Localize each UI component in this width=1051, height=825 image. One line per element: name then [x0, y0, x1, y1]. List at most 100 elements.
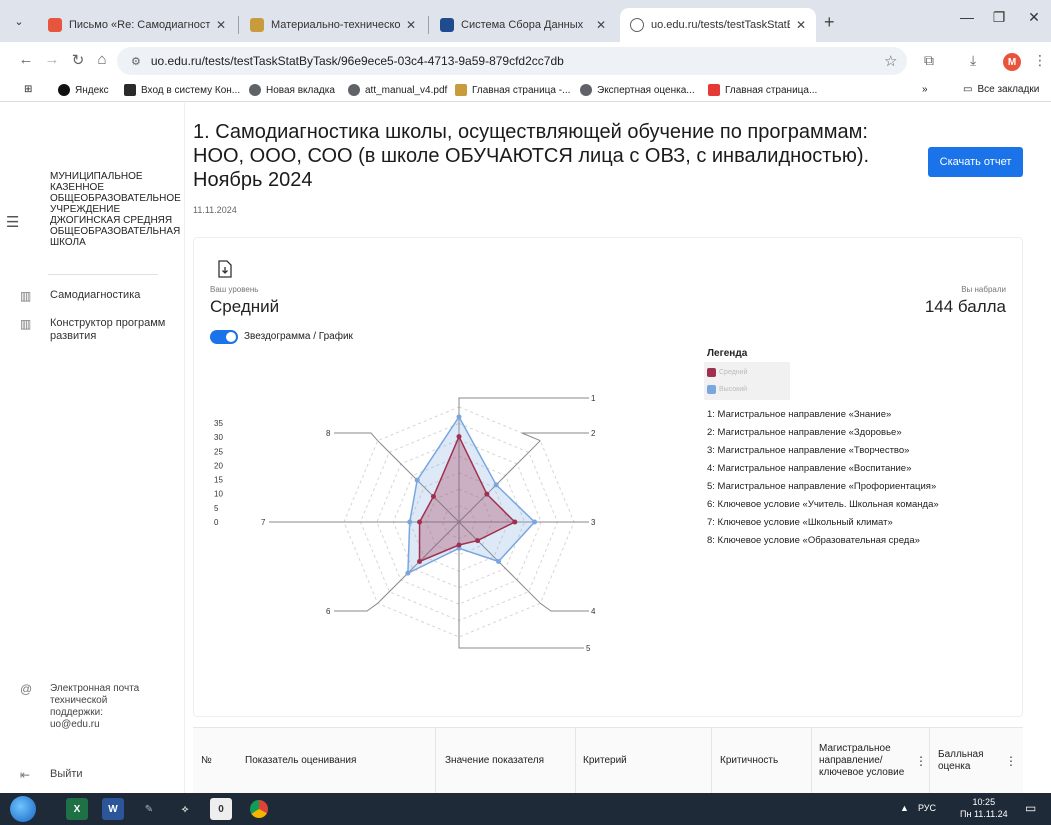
legend-item: 1: Магистральное направление «Знание» — [707, 409, 892, 420]
results-table-header: № Показатель оценивания Значение показат… — [193, 727, 1023, 794]
profile-avatar[interactable]: M — [1003, 53, 1021, 71]
bookmarks-overflow[interactable]: » — [922, 84, 928, 95]
language-indicator[interactable]: РУС — [918, 803, 936, 813]
forward-icon[interactable]: → — [41, 51, 63, 68]
chrome-icon[interactable] — [248, 798, 270, 820]
logout-button[interactable]: ⇤ Выйти — [20, 768, 83, 782]
close-tab-icon[interactable]: ✕ — [796, 18, 806, 32]
legend-item: 8: Ключевое условие «Образовательная сре… — [707, 535, 920, 546]
paint-icon[interactable]: ✎ — [138, 798, 160, 820]
app-icon[interactable]: ⟡ — [174, 798, 196, 820]
emblem-icon — [455, 84, 467, 96]
radar-leader-line — [458, 397, 589, 407]
globe-icon — [249, 84, 261, 96]
clock-date: Пн 11.11.24 — [960, 809, 1008, 819]
globe-icon — [348, 84, 360, 96]
col-indicator[interactable]: Показатель оценивания — [245, 728, 425, 794]
k-logo-icon — [124, 84, 136, 96]
radar-tick-label: 30 — [214, 433, 223, 442]
support-contact: @ Электронная почта технической поддержк… — [20, 683, 155, 731]
tab-active-uo[interactable]: uo.edu.ru/tests/testTaskStatByT ✕ — [620, 8, 816, 42]
url-text: uo.edu.ru/tests/testTaskStatByTask/96e9e… — [150, 54, 564, 68]
tab-search-icon[interactable]: ⌄ — [8, 10, 30, 32]
bookmark-main-2[interactable]: Главная страница... — [708, 84, 817, 96]
bookmark-main-1[interactable]: Главная страница -... — [455, 84, 570, 96]
home-icon[interactable]: ⌂ — [91, 51, 113, 68]
bookmark-yandex[interactable]: Яндекс — [58, 84, 109, 96]
at-sign-icon: @ — [20, 682, 33, 696]
restore-icon[interactable]: ❐ — [985, 9, 1013, 26]
system-favicon-icon — [440, 18, 454, 32]
sidebar-item-constructor[interactable]: ▥ Конструктор программ развития — [20, 317, 170, 343]
col-direction[interactable]: Магистральное направление/ ключевое усло… — [819, 728, 909, 794]
browser-tab-strip: ⌄ Письмо «Re: Самодиагностика ✕ Материал… — [0, 0, 1051, 42]
col-criticality[interactable]: Критичность — [720, 728, 810, 794]
start-button[interactable] — [10, 796, 36, 822]
bookmark-newtab[interactable]: Новая вкладка — [249, 84, 335, 96]
tab-data-system[interactable]: Система Сбора Данных ✕ — [430, 8, 616, 42]
column-menu-icon[interactable]: ⋮ — [1005, 754, 1017, 768]
extensions-icon[interactable]: ⧉ — [924, 52, 934, 69]
bookmark-login[interactable]: Вход в систему Кон... — [124, 84, 240, 96]
radar-tick-label: 20 — [214, 461, 223, 470]
emblem-favicon-icon — [250, 18, 264, 32]
download-report-button[interactable]: Скачать отчет — [928, 147, 1023, 177]
apps-grid-icon[interactable]: ⊞ — [24, 84, 32, 95]
legend-series-average[interactable]: Средний — [707, 368, 747, 377]
notifications-icon[interactable]: ▭ — [1025, 801, 1036, 815]
radar-leader-line — [334, 432, 379, 442]
all-bookmarks[interactable]: ▭ Все закладки — [963, 84, 1039, 95]
tab-mail[interactable]: Письмо «Re: Самодиагностика ✕ — [38, 8, 236, 42]
browser-menu-icon[interactable]: ⋮ — [1033, 52, 1047, 69]
support-label: Электронная почта технической поддержки: — [50, 683, 140, 718]
close-window-icon[interactable]: ✕ — [1020, 9, 1048, 26]
bookmark-manual[interactable]: att_manual_v4.pdf — [348, 84, 447, 96]
radar-data-point — [417, 519, 423, 525]
word-icon[interactable]: W — [102, 798, 124, 820]
radar-data-point — [495, 558, 501, 564]
radar-axis-label: 2 — [591, 429, 596, 438]
column-menu-icon[interactable]: ⋮ — [915, 754, 927, 768]
minimize-icon[interactable]: — — [953, 9, 981, 25]
radar-leader-line — [458, 637, 584, 649]
legend-item: 4: Магистральное направление «Воспитание… — [707, 463, 912, 474]
legend-item: 6: Ключевое условие «Учитель. Школьная к… — [707, 499, 939, 510]
tray-up-arrow-icon[interactable]: ▲ — [900, 803, 909, 813]
bookmark-expert[interactable]: Экспертная оценка... — [580, 84, 695, 96]
url-field[interactable]: ⚙ uo.edu.ru/tests/testTaskStatByTask/96e… — [117, 47, 907, 75]
col-value[interactable]: Значение показателя — [445, 728, 565, 794]
back-icon[interactable]: ← — [15, 51, 37, 68]
new-tab-button[interactable]: + — [824, 12, 835, 33]
sidebar-item-self-diagnostics[interactable]: ▥ Самодиагностика — [20, 289, 170, 303]
page-date: 11.11.2024 — [193, 205, 237, 215]
col-score[interactable]: Балльная оценка — [938, 728, 998, 794]
menu-icon[interactable]: ☰ — [6, 213, 19, 231]
col-criterion[interactable]: Критерий — [583, 728, 703, 794]
divider — [48, 274, 158, 275]
bookmark-star-icon[interactable]: ☆ — [884, 52, 897, 70]
tab-separator — [238, 16, 239, 34]
legend-box: Средний Высокий — [704, 362, 790, 400]
radar-axis-label: 8 — [326, 429, 331, 438]
radar-leader-line — [540, 602, 589, 612]
site-info-icon[interactable]: ⚙ — [131, 55, 141, 68]
bookmarks-bar: ⊞ Яндекс Вход в систему Кон... Новая вкл… — [0, 80, 1051, 102]
close-tab-icon[interactable]: ✕ — [406, 18, 416, 32]
legend-item: 3: Магистральное направление «Творчество… — [707, 445, 910, 456]
excel-icon[interactable]: X — [66, 798, 88, 820]
column-divider — [711, 728, 712, 794]
system-clock[interactable]: 10:25 Пн 11.11.24 — [960, 796, 1008, 820]
close-tab-icon[interactable]: ✕ — [596, 18, 606, 32]
radar-data-point — [456, 542, 462, 548]
radar-axis-label: 5 — [586, 644, 591, 653]
legend-item: 7: Ключевое условие «Школьный климат» — [707, 517, 893, 528]
support-email[interactable]: uo@edu.ru — [50, 719, 100, 730]
score-value: 144 балла — [924, 297, 1006, 316]
tab-material[interactable]: Материально-техническое об ✕ — [240, 8, 426, 42]
close-tab-icon[interactable]: ✕ — [216, 18, 226, 32]
calculator-icon[interactable]: 0 — [210, 798, 232, 820]
reload-icon[interactable]: ↻ — [67, 51, 89, 69]
col-number[interactable]: № — [201, 728, 231, 794]
download-icon[interactable]: ⤓ — [970, 52, 976, 69]
legend-series-high[interactable]: Высокий — [707, 385, 747, 394]
